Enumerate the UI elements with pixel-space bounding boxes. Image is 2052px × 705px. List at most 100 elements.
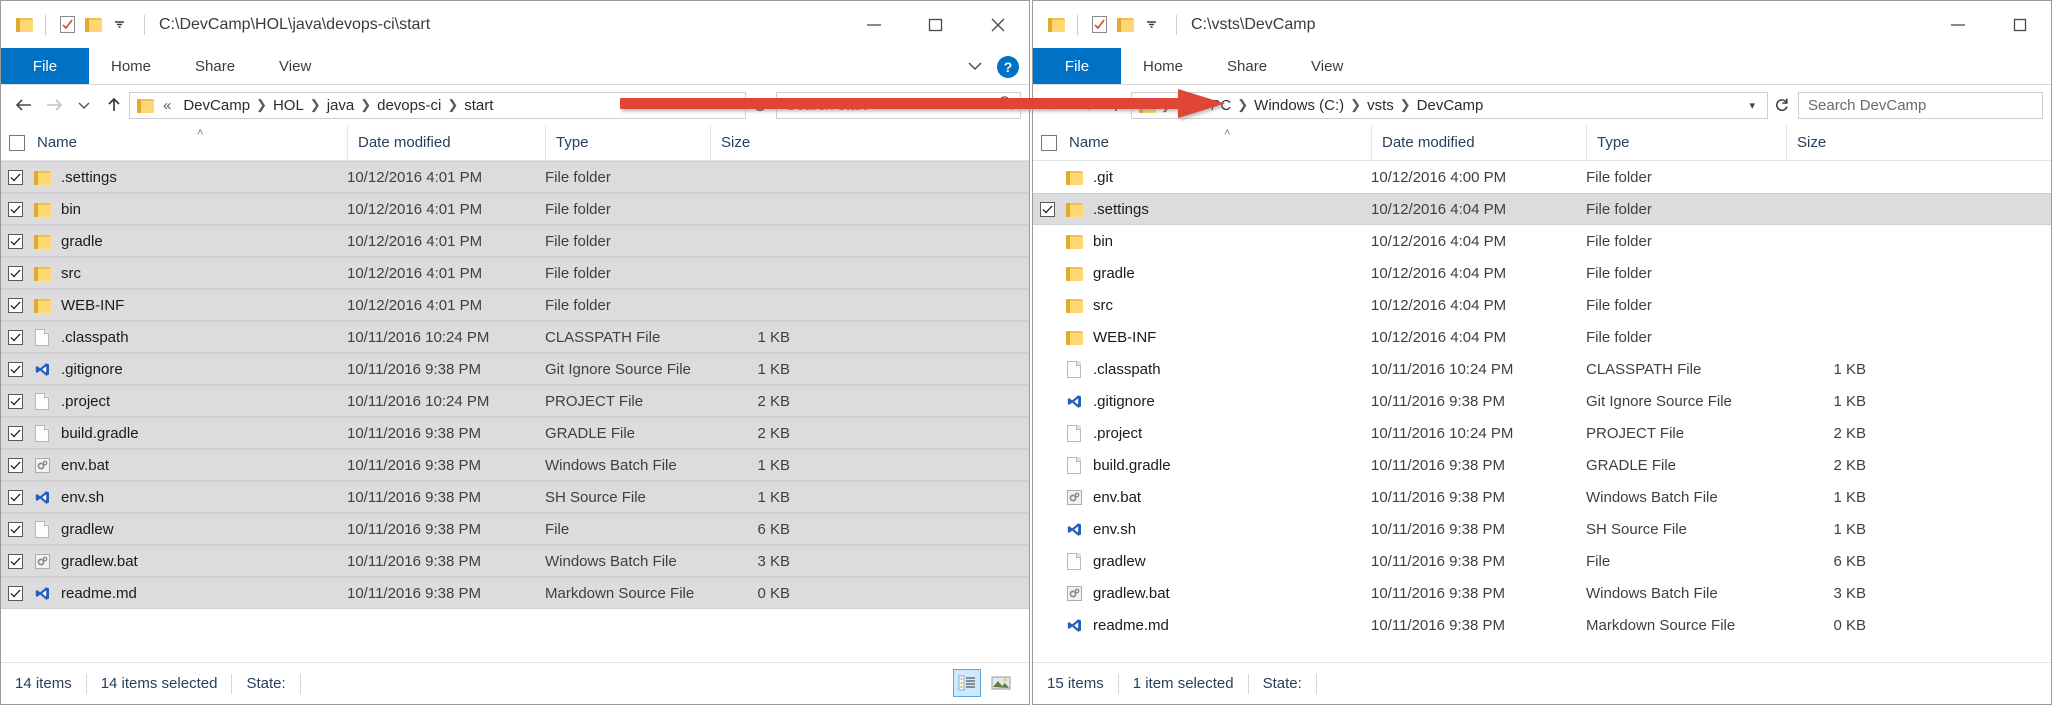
- file-list-left[interactable]: .settings 10/12/2016 4:01 PM File folder bi…: [1, 161, 1029, 662]
- properties-icon[interactable]: [1086, 12, 1112, 38]
- row-checkbox-cell[interactable]: [1, 265, 29, 281]
- table-row[interactable]: gradle 10/12/2016 4:01 PM File folder: [1, 225, 1029, 257]
- chevron-down-icon[interactable]: [1138, 12, 1164, 38]
- row-checkbox-cell[interactable]: [1, 201, 29, 217]
- tab-share[interactable]: Share: [173, 48, 257, 84]
- breadcrumb-item-devops-ci[interactable]: devops-ci: [372, 97, 446, 114]
- column-header-name[interactable]: Name ˄: [1061, 125, 1371, 161]
- row-checkbox-cell[interactable]: [1, 233, 29, 249]
- properties-icon[interactable]: [54, 12, 80, 38]
- row-checkbox-cell[interactable]: [1, 457, 29, 473]
- row-checkbox-cell[interactable]: [1, 425, 29, 441]
- row-checkbox[interactable]: [7, 585, 23, 601]
- row-name[interactable]: env.bat: [55, 457, 347, 474]
- breadcrumb-item-java[interactable]: java: [322, 97, 360, 114]
- breadcrumb-item-devcamp[interactable]: DevCamp: [1412, 97, 1489, 114]
- tab-home[interactable]: Home: [89, 48, 173, 84]
- back-arrow-icon[interactable]: [1041, 90, 1071, 120]
- row-checkbox-cell[interactable]: [1, 553, 29, 569]
- column-header-size[interactable]: Size: [710, 124, 830, 161]
- search-input[interactable]: Search DevCamp: [1808, 97, 1926, 114]
- view-mode-buttons[interactable]: [953, 669, 1015, 697]
- row-checkbox-cell[interactable]: [1, 361, 29, 377]
- large-icons-view-icon[interactable]: [987, 669, 1015, 697]
- row-name[interactable]: .gitignore: [1087, 393, 1371, 410]
- breadcrumb-item-this-pc[interactable]: This PC: [1173, 97, 1236, 114]
- breadcrumb[interactable]: ❯ This PC ❯ Windows (C:) ❯ vsts ❯ DevCam…: [1160, 97, 1741, 114]
- row-name[interactable]: gradlew.bat: [1087, 585, 1371, 602]
- select-all-checkbox[interactable]: [1, 125, 29, 161]
- maximize-icon[interactable]: [1989, 1, 2051, 48]
- row-checkbox-cell[interactable]: [1, 521, 29, 537]
- maximize-icon[interactable]: [905, 1, 967, 48]
- quick-access-toolbar-left[interactable]: [1, 12, 132, 38]
- table-row[interactable]: WEB-INF 10/12/2016 4:04 PM File folder: [1033, 321, 2051, 353]
- row-checkbox[interactable]: [7, 489, 23, 505]
- row-checkbox[interactable]: [7, 201, 23, 217]
- quick-access-toolbar-right[interactable]: [1033, 12, 1164, 38]
- column-header-name[interactable]: Name ˄: [29, 125, 347, 161]
- new-folder-icon[interactable]: [80, 12, 106, 38]
- table-row[interactable]: env.bat 10/11/2016 9:38 PM Windows Batch F…: [1033, 481, 2051, 513]
- row-name[interactable]: readme.md: [55, 585, 347, 602]
- row-checkbox-cell[interactable]: [1, 169, 29, 185]
- new-folder-icon[interactable]: [1112, 12, 1138, 38]
- row-name[interactable]: .settings: [55, 169, 347, 186]
- table-row[interactable]: .classpath 10/11/2016 10:24 PM CLASSPATH F…: [1033, 353, 2051, 385]
- row-checkbox-cell[interactable]: [1033, 201, 1061, 217]
- tab-view[interactable]: View: [257, 48, 333, 84]
- select-all-checkbox[interactable]: [1033, 125, 1061, 161]
- column-headers-left[interactable]: Name ˄ Date modified Type Size: [1, 124, 1029, 161]
- search-box-left[interactable]: Search start: [776, 91, 1021, 119]
- breadcrumb-bar-left[interactable]: « DevCamp ❯ HOL ❯ java ❯ devops-ci ❯ sta…: [129, 91, 746, 119]
- tab-file[interactable]: File: [1, 48, 89, 84]
- table-row[interactable]: bin 10/12/2016 4:01 PM File folder: [1, 193, 1029, 225]
- row-name[interactable]: .gitignore: [55, 361, 347, 378]
- row-checkbox[interactable]: [1039, 201, 1055, 217]
- row-name[interactable]: gradlew: [55, 521, 347, 538]
- row-name[interactable]: bin: [55, 201, 347, 218]
- search-input[interactable]: Search start: [786, 97, 867, 114]
- refresh-icon[interactable]: [746, 92, 772, 119]
- help-button[interactable]: ?: [997, 55, 1019, 78]
- table-row[interactable]: env.sh 10/11/2016 9:38 PM SH Source File 1 …: [1, 481, 1029, 513]
- chevron-down-icon[interactable]: [106, 12, 132, 38]
- row-checkbox-cell[interactable]: [1, 489, 29, 505]
- row-checkbox[interactable]: [7, 233, 23, 249]
- table-row[interactable]: gradle 10/12/2016 4:04 PM File folder: [1033, 257, 2051, 289]
- close-icon[interactable]: [967, 1, 1029, 48]
- window-controls-right[interactable]: [1927, 1, 2051, 48]
- row-name[interactable]: src: [55, 265, 347, 282]
- table-row[interactable]: .settings 10/12/2016 4:04 PM File folder: [1033, 193, 2051, 225]
- table-row[interactable]: build.gradle 10/11/2016 9:38 PM GRADLE Fil…: [1033, 449, 2051, 481]
- row-name[interactable]: gradle: [1087, 265, 1371, 282]
- column-header-date-modified[interactable]: Date modified: [1371, 124, 1586, 161]
- row-checkbox-cell[interactable]: [1, 393, 29, 409]
- table-row[interactable]: readme.md 10/11/2016 9:38 PM Markdown Sour…: [1033, 609, 2051, 641]
- refresh-icon[interactable]: [1768, 92, 1794, 119]
- details-view-icon[interactable]: [953, 669, 981, 697]
- breadcrumb-item-hol[interactable]: HOL: [268, 97, 309, 114]
- breadcrumb-item-start[interactable]: start: [459, 97, 498, 114]
- table-row[interactable]: gradlew.bat 10/11/2016 9:38 PM Windows Bat…: [1, 545, 1029, 577]
- table-row[interactable]: env.bat 10/11/2016 9:38 PM Windows Batch F…: [1, 449, 1029, 481]
- table-row[interactable]: .git 10/12/2016 4:00 PM File folder: [1033, 161, 2051, 193]
- row-name[interactable]: bin: [1087, 233, 1371, 250]
- search-icon[interactable]: [998, 95, 1014, 116]
- table-row[interactable]: .gitignore 10/11/2016 9:38 PM Git Ignore S…: [1033, 385, 2051, 417]
- row-name[interactable]: .project: [55, 393, 347, 410]
- table-row[interactable]: .gitignore 10/11/2016 9:38 PM Git Ignore S…: [1, 353, 1029, 385]
- row-name[interactable]: gradlew.bat: [55, 553, 347, 570]
- table-row[interactable]: .settings 10/12/2016 4:01 PM File folder: [1, 161, 1029, 193]
- column-header-type[interactable]: Type: [1586, 124, 1786, 161]
- row-checkbox[interactable]: [7, 553, 23, 569]
- row-checkbox[interactable]: [7, 393, 23, 409]
- row-name[interactable]: .settings: [1087, 201, 1371, 218]
- breadcrumb-bar-right[interactable]: ❯ This PC ❯ Windows (C:) ❯ vsts ❯ DevCam…: [1131, 91, 1768, 119]
- up-arrow-icon[interactable]: [1101, 90, 1131, 120]
- row-name[interactable]: build.gradle: [1087, 457, 1371, 474]
- row-name[interactable]: env.bat: [1087, 489, 1371, 506]
- table-row[interactable]: WEB-INF 10/12/2016 4:01 PM File folder: [1, 289, 1029, 321]
- up-arrow-icon[interactable]: [99, 90, 129, 120]
- forward-arrow-icon[interactable]: [39, 90, 69, 120]
